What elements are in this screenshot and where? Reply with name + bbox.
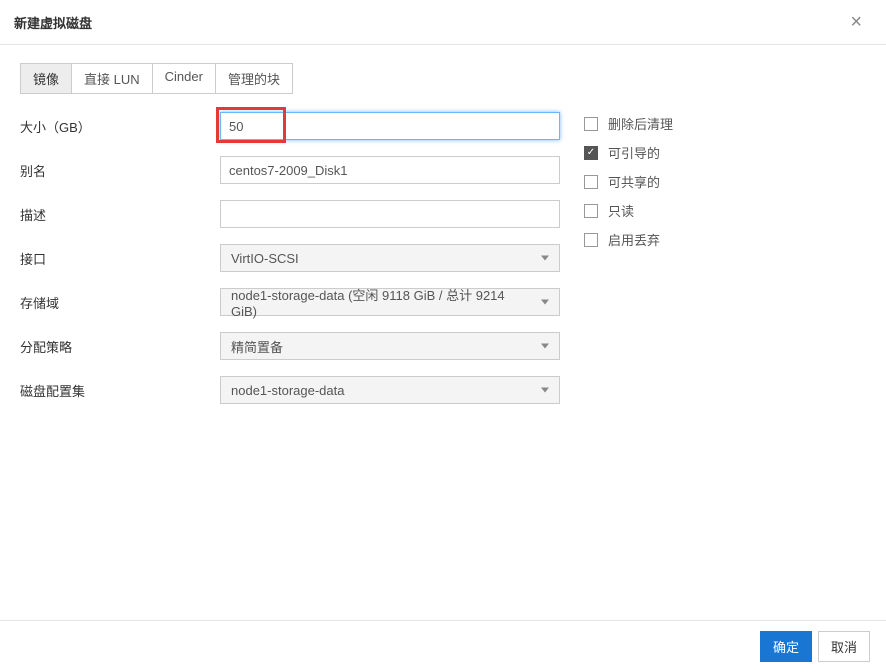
description-input[interactable] [220, 200, 560, 228]
form-area: 大小（GB） 别名 描述 接口 VirtIO-SCSI [20, 112, 866, 420]
disk-profile-select[interactable]: node1-storage-data [220, 376, 560, 404]
row-bootable: 可引导的 [584, 143, 673, 162]
label-read-only: 只读 [608, 201, 634, 220]
label-interface: 接口 [20, 249, 220, 268]
allocation-policy-select[interactable]: 精简置备 [220, 332, 560, 360]
dialog-title: 新建虚拟磁盘 [14, 13, 92, 32]
row-size: 大小（GB） [20, 112, 560, 140]
label-storage-domain: 存储域 [20, 293, 220, 312]
dialog-footer: 确定 取消 [0, 620, 886, 672]
storage-domain-select[interactable]: node1-storage-data (空闲 9118 GiB / 总计 921… [220, 288, 560, 316]
row-wipe-after-delete: 删除后清理 [584, 114, 673, 133]
tab-direct-lun[interactable]: 直接 LUN [71, 63, 153, 94]
ok-button[interactable]: 确定 [760, 631, 812, 662]
tab-managed-block[interactable]: 管理的块 [215, 63, 293, 94]
label-bootable: 可引导的 [608, 143, 660, 162]
checkbox-read-only[interactable] [584, 204, 598, 218]
row-enable-discard: 启用丢弃 [584, 230, 673, 249]
row-interface: 接口 VirtIO-SCSI [20, 244, 560, 272]
checkbox-bootable[interactable] [584, 146, 598, 160]
tab-image[interactable]: 镜像 [20, 63, 72, 94]
label-description: 描述 [20, 205, 220, 224]
cancel-button[interactable]: 取消 [818, 631, 870, 662]
row-description: 描述 [20, 200, 560, 228]
row-alias: 别名 [20, 156, 560, 184]
tab-cinder[interactable]: Cinder [152, 63, 216, 94]
row-disk-profile: 磁盘配置集 node1-storage-data [20, 376, 560, 404]
close-icon[interactable]: × [846, 12, 866, 32]
storage-domain-value: node1-storage-data (空闲 9118 GiB / 总计 921… [231, 285, 531, 319]
form-main: 大小（GB） 别名 描述 接口 VirtIO-SCSI [20, 112, 560, 420]
dialog-header: 新建虚拟磁盘 × [0, 0, 886, 45]
checkbox-shareable[interactable] [584, 175, 598, 189]
label-enable-discard: 启用丢弃 [608, 230, 660, 249]
row-read-only: 只读 [584, 201, 673, 220]
row-shareable: 可共享的 [584, 172, 673, 191]
checkbox-wipe-after-delete[interactable] [584, 117, 598, 131]
row-allocation-policy: 分配策略 精简置备 [20, 332, 560, 360]
size-input[interactable] [220, 112, 560, 140]
allocation-policy-value: 精简置备 [231, 337, 283, 356]
row-storage-domain: 存储域 node1-storage-data (空闲 9118 GiB / 总计… [20, 288, 560, 316]
interface-select[interactable]: VirtIO-SCSI [220, 244, 560, 272]
tabs: 镜像 直接 LUN Cinder 管理的块 [20, 63, 866, 94]
label-allocation-policy: 分配策略 [20, 337, 220, 356]
label-shareable: 可共享的 [608, 172, 660, 191]
label-size: 大小（GB） [20, 117, 220, 136]
label-alias: 别名 [20, 161, 220, 180]
alias-input[interactable] [220, 156, 560, 184]
label-disk-profile: 磁盘配置集 [20, 381, 220, 400]
checkbox-enable-discard[interactable] [584, 233, 598, 247]
label-wipe-after-delete: 删除后清理 [608, 114, 673, 133]
form-side: 删除后清理 可引导的 可共享的 只读 启用丢弃 [584, 112, 673, 420]
dialog-body: 镜像 直接 LUN Cinder 管理的块 大小（GB） 别名 描述 [0, 45, 886, 438]
interface-value: VirtIO-SCSI [231, 251, 299, 266]
disk-profile-value: node1-storage-data [231, 383, 344, 398]
